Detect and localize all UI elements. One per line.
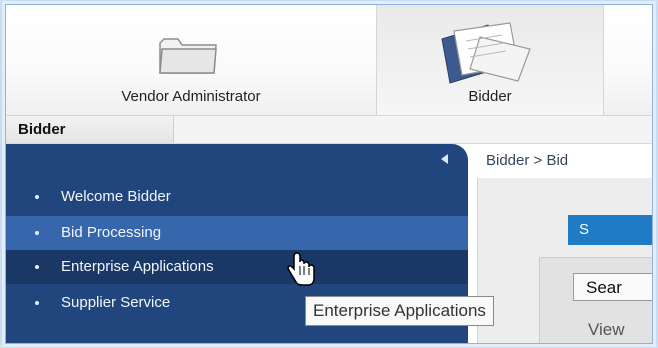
tooltip: Enterprise Applications	[305, 296, 494, 326]
sub-tab-bar: Bidder	[6, 116, 652, 144]
toolbar-item-bidder[interactable]: Bidder	[376, 5, 604, 115]
sidebar-item-enterprise-applications[interactable]: Enterprise Applications	[6, 250, 468, 284]
toolbar-item-label: Vendor Administrator	[121, 88, 261, 105]
folder-icon	[156, 33, 220, 84]
toolbar-item-vendor-administrator[interactable]: Vendor Administrator	[6, 5, 376, 115]
search-tab-button[interactable]: Sear	[573, 273, 652, 301]
sidebar-item-bid-processing[interactable]: Bid Processing	[6, 216, 468, 250]
bullet-icon	[35, 265, 39, 269]
bullet-icon	[35, 301, 39, 305]
sidebar-item-label: Welcome Bidder	[61, 188, 171, 205]
toolbar-item-label: Bidder	[468, 88, 512, 105]
bullet-icon	[35, 231, 39, 235]
app-window: Vendor Administrator Bidder Bidder Welco…	[5, 4, 653, 344]
bullet-icon	[35, 195, 39, 199]
documents-icon	[432, 19, 540, 92]
view-label: View	[588, 320, 625, 339]
breadcrumb[interactable]: Bidder > Bid	[468, 144, 652, 178]
sidebar-item-label: Bid Processing	[61, 224, 162, 241]
sidebar-item-welcome-bidder[interactable]: Welcome Bidder	[6, 180, 468, 214]
collapse-triangle-icon[interactable]	[441, 154, 448, 164]
main-toolbar: Vendor Administrator Bidder	[6, 5, 652, 116]
hand-pointer-icon	[286, 251, 318, 287]
sidebar-item-label: Supplier Service	[61, 294, 171, 311]
sidebar-item-label: Enterprise Applications	[61, 258, 214, 275]
sub-tab-bidder[interactable]: Bidder	[6, 116, 174, 143]
primary-blue-button[interactable]: S	[568, 215, 652, 245]
